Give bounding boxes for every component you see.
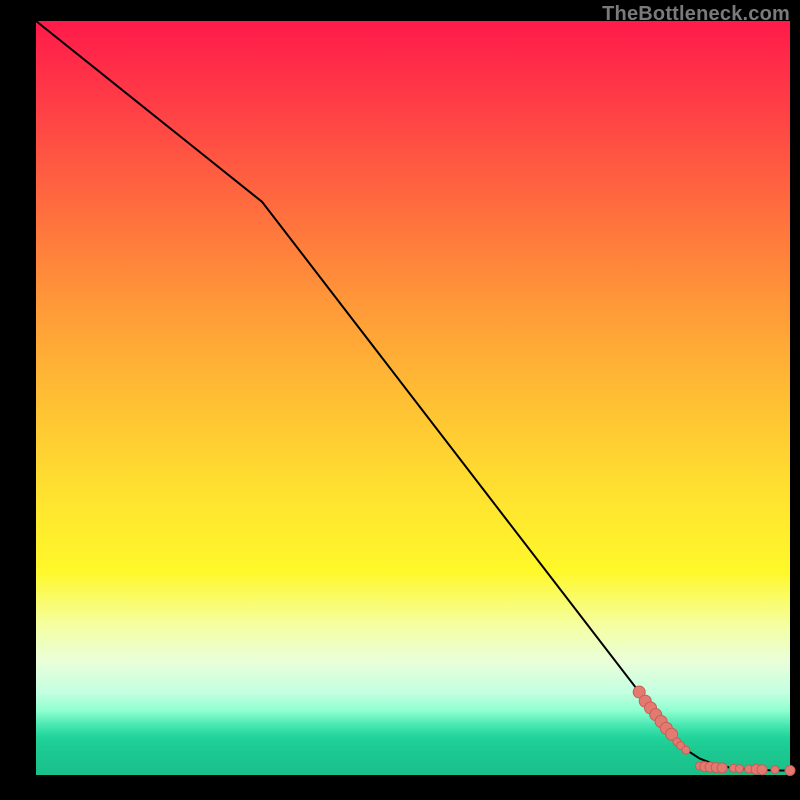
chart-frame: TheBottleneck.com (0, 0, 800, 800)
chart-overlay (36, 21, 790, 775)
data-point (785, 765, 795, 775)
data-point (717, 763, 727, 773)
bottleneck-curve (36, 21, 790, 770)
data-point (735, 765, 743, 773)
data-point (682, 746, 690, 754)
dot-layer (633, 686, 795, 775)
data-point (771, 766, 779, 774)
data-point (757, 765, 767, 775)
plot-area (36, 21, 790, 775)
